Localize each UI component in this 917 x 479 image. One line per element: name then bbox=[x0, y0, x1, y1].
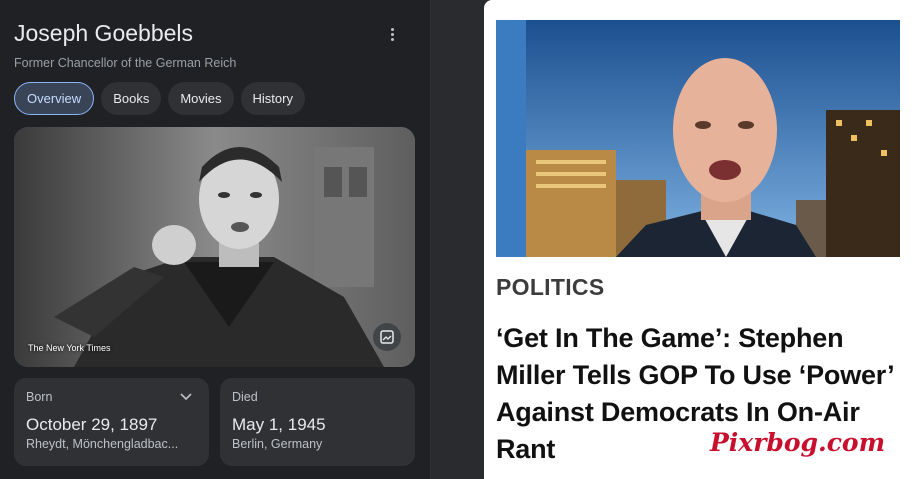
died-place: Berlin, Germany bbox=[232, 437, 323, 451]
panel-tabs: Overview Books Movies History bbox=[14, 82, 305, 115]
image-credit: The New York Times bbox=[28, 343, 111, 353]
more-options-icon[interactable] bbox=[384, 26, 400, 46]
panel-title: Joseph Goebbels bbox=[14, 20, 194, 46]
portrait-photo[interactable]: The New York Times bbox=[14, 127, 415, 367]
died-card[interactable]: Died May 1, 1945 Berlin, Germany bbox=[220, 378, 415, 466]
tab-overview[interactable]: Overview bbox=[14, 82, 95, 115]
born-date: October 29, 1897 bbox=[26, 415, 158, 434]
portrait-image bbox=[14, 127, 415, 367]
watermark: Pixrbog.com bbox=[710, 428, 886, 457]
image-search-icon[interactable] bbox=[373, 323, 401, 351]
born-place: Rheydt, Mönchengladbac... bbox=[26, 437, 179, 451]
section-label[interactable]: POLITICS bbox=[496, 274, 604, 301]
article-photo bbox=[496, 20, 900, 257]
died-label: Died bbox=[232, 390, 258, 404]
chevron-down-icon[interactable] bbox=[179, 392, 193, 402]
knowledge-panel: Joseph Goebbels Former Chancellor of the… bbox=[0, 0, 431, 479]
panel-subtitle: Former Chancellor of the German Reich bbox=[14, 56, 237, 70]
tab-movies[interactable]: Movies bbox=[168, 82, 234, 115]
tab-history[interactable]: History bbox=[240, 82, 305, 115]
news-article[interactable]: POLITICS ‘Get In The Game’: Stephen Mill… bbox=[484, 0, 917, 479]
article-image[interactable] bbox=[496, 20, 900, 257]
born-card[interactable]: Born October 29, 1897 Rheydt, Mönchengla… bbox=[14, 378, 209, 466]
tab-books[interactable]: Books bbox=[101, 82, 162, 115]
died-date: May 1, 1945 bbox=[232, 415, 326, 434]
born-label: Born bbox=[26, 390, 53, 404]
